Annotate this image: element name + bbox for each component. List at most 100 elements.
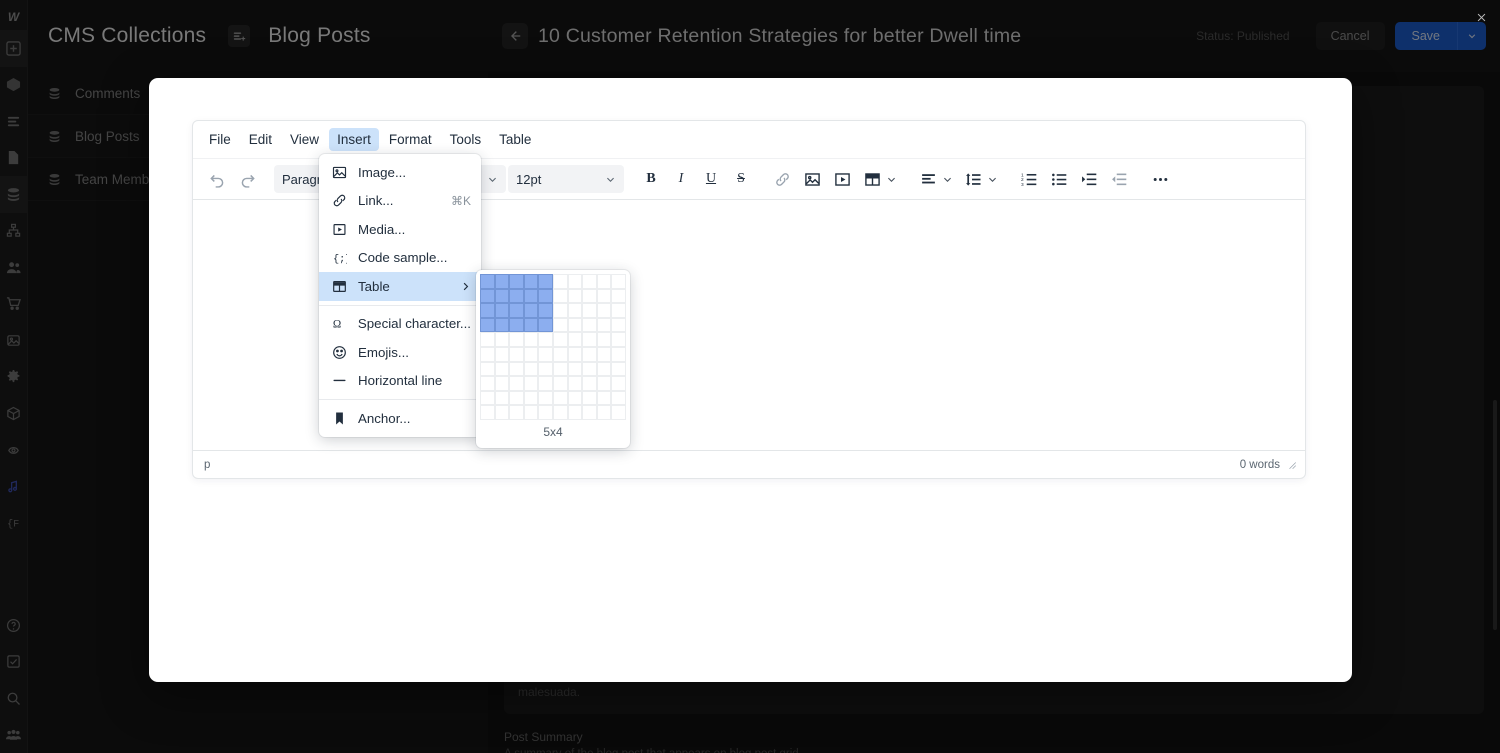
table-grid-cell[interactable] — [596, 288, 612, 304]
outdent-icon[interactable] — [1105, 165, 1133, 193]
table-grid-cell[interactable] — [582, 288, 597, 304]
table-grid-cell[interactable] — [480, 361, 495, 377]
table-grid-cell[interactable] — [567, 288, 583, 304]
table-grid-cell[interactable] — [509, 332, 524, 347]
line-height-split-button[interactable] — [959, 165, 1002, 193]
table-grid-cell[interactable] — [582, 405, 597, 420]
table-grid-cell[interactable] — [494, 405, 510, 420]
table-grid-cell[interactable] — [582, 274, 597, 289]
menu-file[interactable]: File — [201, 128, 239, 152]
table-grid-cell[interactable] — [553, 405, 568, 420]
undo-icon[interactable] — [203, 165, 231, 193]
link-icon[interactable] — [768, 165, 796, 193]
table-grid-cell[interactable] — [494, 376, 510, 391]
table-grid-cell[interactable] — [494, 303, 510, 318]
table-grid-cell[interactable] — [538, 317, 553, 333]
table-grid-cell[interactable] — [494, 390, 510, 406]
table-grid-cell[interactable] — [494, 361, 510, 377]
table-grid-cell[interactable] — [596, 274, 612, 289]
table-grid[interactable] — [480, 274, 626, 420]
table-grid-cell[interactable] — [567, 274, 583, 289]
table-grid-cell[interactable] — [611, 274, 626, 289]
indent-icon[interactable] — [1075, 165, 1103, 193]
table-grid-cell[interactable] — [596, 332, 612, 347]
table-grid-cell[interactable] — [553, 332, 568, 347]
underline-button[interactable]: U — [697, 165, 725, 193]
table-grid-cell[interactable] — [480, 405, 495, 420]
table-grid-cell[interactable] — [553, 347, 568, 362]
table-grid-cell[interactable] — [596, 317, 612, 333]
table-grid-cell[interactable] — [582, 332, 597, 347]
table-grid-cell[interactable] — [553, 317, 568, 333]
table-grid-cell[interactable] — [567, 317, 583, 333]
table-grid-cell[interactable] — [523, 288, 539, 304]
align-split-button[interactable] — [914, 165, 957, 193]
insert-table-split-button[interactable] — [858, 165, 901, 193]
bullet-list-icon[interactable] — [1045, 165, 1073, 193]
table-grid-cell[interactable] — [523, 347, 539, 362]
menu-item-table[interactable]: Table — [319, 272, 481, 301]
table-grid-cell[interactable] — [596, 376, 612, 391]
close-icon[interactable] — [1472, 8, 1490, 26]
table-grid-cell[interactable] — [494, 274, 510, 289]
resize-grip-icon[interactable] — [1287, 460, 1297, 470]
table-grid-cell[interactable] — [596, 390, 612, 406]
table-grid-cell[interactable] — [582, 303, 597, 318]
table-grid-cell[interactable] — [494, 332, 510, 347]
table-grid-cell[interactable] — [538, 361, 553, 377]
table-grid-cell[interactable] — [611, 303, 626, 318]
table-grid-cell[interactable] — [582, 317, 597, 333]
table-grid-cell[interactable] — [480, 376, 495, 391]
chevron-down-icon[interactable] — [886, 174, 901, 185]
table-grid-cell[interactable] — [480, 347, 495, 362]
menu-view[interactable]: View — [282, 128, 327, 152]
chevron-down-icon[interactable] — [942, 174, 957, 185]
menu-item-anchor[interactable]: Anchor... — [319, 404, 481, 433]
table-grid-cell[interactable] — [582, 376, 597, 391]
table-grid-cell[interactable] — [611, 288, 626, 304]
insert-table-icon[interactable] — [858, 165, 886, 193]
table-grid-cell[interactable] — [538, 274, 553, 289]
table-grid-cell[interactable] — [480, 390, 495, 406]
table-grid-cell[interactable] — [553, 288, 568, 304]
table-grid-cell[interactable] — [553, 274, 568, 289]
table-grid-cell[interactable] — [509, 390, 524, 406]
menu-table[interactable]: Table — [491, 128, 539, 152]
table-grid-cell[interactable] — [480, 274, 495, 289]
table-grid-cell[interactable] — [611, 390, 626, 406]
menu-item-emojis[interactable]: Emojis... — [319, 338, 481, 367]
insert-image-icon[interactable] — [798, 165, 826, 193]
table-grid-cell[interactable] — [480, 317, 495, 333]
table-grid-cell[interactable] — [538, 376, 553, 391]
table-grid-cell[interactable] — [523, 405, 539, 420]
menu-edit[interactable]: Edit — [241, 128, 280, 152]
table-grid-cell[interactable] — [611, 317, 626, 333]
menu-item-special-character[interactable]: Ω Special character... — [319, 310, 481, 339]
menu-tools[interactable]: Tools — [442, 128, 490, 152]
table-grid-cell[interactable] — [509, 361, 524, 377]
numbered-list-icon[interactable]: 123 — [1015, 165, 1043, 193]
line-height-icon[interactable] — [959, 165, 987, 193]
more-icon[interactable] — [1146, 165, 1174, 193]
table-grid-cell[interactable] — [567, 332, 583, 347]
table-grid-cell[interactable] — [553, 390, 568, 406]
table-grid-cell[interactable] — [523, 274, 539, 289]
table-grid-cell[interactable] — [567, 361, 583, 377]
table-grid-cell[interactable] — [582, 390, 597, 406]
table-grid-cell[interactable] — [553, 361, 568, 377]
italic-button[interactable]: I — [667, 165, 695, 193]
chevron-down-icon[interactable] — [987, 174, 1002, 185]
table-grid-cell[interactable] — [596, 405, 612, 420]
table-grid-cell[interactable] — [611, 332, 626, 347]
table-grid-cell[interactable] — [538, 390, 553, 406]
table-grid-cell[interactable] — [538, 288, 553, 304]
table-grid-cell[interactable] — [523, 317, 539, 333]
table-size-picker[interactable]: 5x4 — [476, 270, 630, 448]
table-grid-cell[interactable] — [567, 390, 583, 406]
table-grid-cell[interactable] — [611, 361, 626, 377]
bold-button[interactable]: B — [637, 165, 665, 193]
menu-item-horizontal-line[interactable]: Horizontal line — [319, 367, 481, 396]
font-size-select[interactable]: 12pt — [508, 165, 624, 193]
table-grid-cell[interactable] — [538, 332, 553, 347]
table-grid-cell[interactable] — [480, 303, 495, 318]
